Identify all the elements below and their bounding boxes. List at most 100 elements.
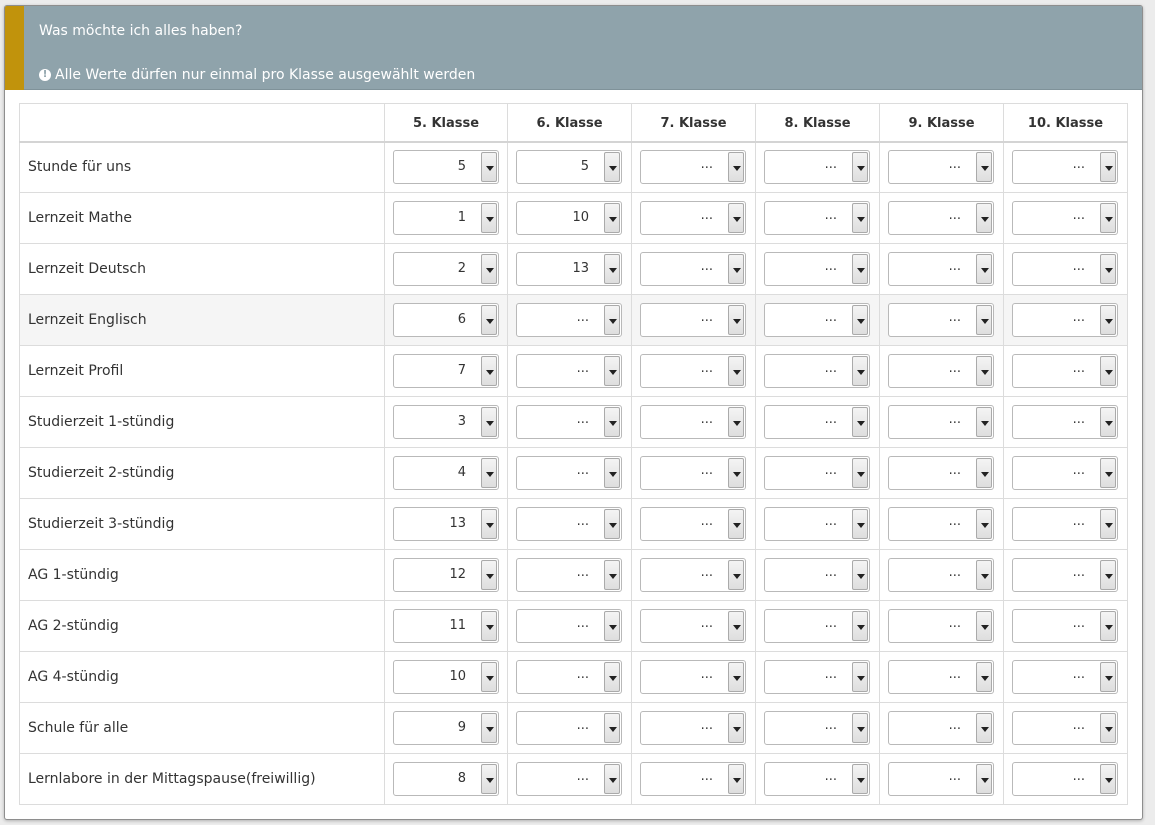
chevron-down-icon[interactable] (1100, 203, 1116, 233)
priority-select[interactable]: ... (640, 507, 746, 541)
priority-select[interactable]: ... (888, 507, 994, 541)
priority-select[interactable]: ... (516, 762, 622, 796)
priority-select[interactable]: 13 (393, 507, 499, 541)
priority-select[interactable]: 9 (393, 711, 499, 745)
priority-select[interactable]: ... (764, 762, 870, 796)
priority-select[interactable]: ... (888, 456, 994, 490)
priority-select[interactable]: ... (640, 252, 746, 286)
chevron-down-icon[interactable] (976, 356, 992, 386)
chevron-down-icon[interactable] (1100, 713, 1116, 743)
chevron-down-icon[interactable] (976, 407, 992, 437)
priority-select[interactable]: 3 (393, 405, 499, 439)
priority-select[interactable]: 10 (393, 660, 499, 694)
priority-select[interactable]: ... (764, 660, 870, 694)
chevron-down-icon[interactable] (604, 764, 620, 794)
chevron-down-icon[interactable] (976, 305, 992, 335)
chevron-down-icon[interactable] (976, 254, 992, 284)
priority-select[interactable]: ... (764, 354, 870, 388)
priority-select[interactable]: 4 (393, 456, 499, 490)
priority-select[interactable]: ... (764, 558, 870, 592)
chevron-down-icon[interactable] (852, 203, 868, 233)
priority-select[interactable]: ... (888, 252, 994, 286)
chevron-down-icon[interactable] (976, 713, 992, 743)
chevron-down-icon[interactable] (604, 662, 620, 692)
chevron-down-icon[interactable] (976, 560, 992, 590)
chevron-down-icon[interactable] (1100, 560, 1116, 590)
chevron-down-icon[interactable] (1100, 305, 1116, 335)
chevron-down-icon[interactable] (481, 152, 497, 183)
chevron-down-icon[interactable] (728, 356, 744, 386)
priority-select[interactable]: ... (516, 354, 622, 388)
chevron-down-icon[interactable] (852, 509, 868, 539)
priority-select[interactable]: 1 (393, 201, 499, 235)
priority-select[interactable]: 12 (393, 558, 499, 592)
priority-select[interactable]: ... (516, 405, 622, 439)
chevron-down-icon[interactable] (976, 662, 992, 692)
chevron-down-icon[interactable] (728, 560, 744, 590)
chevron-down-icon[interactable] (852, 713, 868, 743)
chevron-down-icon[interactable] (852, 611, 868, 641)
priority-select[interactable]: ... (888, 558, 994, 592)
chevron-down-icon[interactable] (481, 560, 497, 590)
chevron-down-icon[interactable] (481, 356, 497, 386)
priority-select[interactable]: 10 (516, 201, 622, 235)
chevron-down-icon[interactable] (728, 305, 744, 335)
priority-select[interactable]: ... (764, 609, 870, 643)
priority-select[interactable]: ... (764, 711, 870, 745)
priority-select[interactable]: ... (1012, 609, 1118, 643)
priority-select[interactable]: 5 (516, 150, 622, 185)
priority-select[interactable]: ... (764, 405, 870, 439)
chevron-down-icon[interactable] (728, 713, 744, 743)
priority-select[interactable]: ... (888, 303, 994, 337)
chevron-down-icon[interactable] (728, 611, 744, 641)
chevron-down-icon[interactable] (604, 305, 620, 335)
chevron-down-icon[interactable] (481, 305, 497, 335)
chevron-down-icon[interactable] (481, 611, 497, 641)
priority-select[interactable]: ... (764, 252, 870, 286)
priority-select[interactable]: ... (1012, 558, 1118, 592)
priority-select[interactable]: ... (1012, 762, 1118, 796)
chevron-down-icon[interactable] (1100, 152, 1116, 183)
priority-select[interactable]: 7 (393, 354, 499, 388)
priority-select[interactable]: ... (888, 201, 994, 235)
priority-select[interactable]: ... (888, 762, 994, 796)
priority-select[interactable]: ... (888, 354, 994, 388)
priority-select[interactable]: ... (764, 456, 870, 490)
chevron-down-icon[interactable] (728, 254, 744, 284)
priority-select[interactable]: 6 (393, 303, 499, 337)
chevron-down-icon[interactable] (976, 764, 992, 794)
priority-select[interactable]: ... (764, 201, 870, 235)
chevron-down-icon[interactable] (728, 509, 744, 539)
chevron-down-icon[interactable] (728, 203, 744, 233)
chevron-down-icon[interactable] (604, 152, 620, 183)
chevron-down-icon[interactable] (1100, 407, 1116, 437)
priority-select[interactable]: ... (888, 711, 994, 745)
priority-select[interactable]: ... (516, 711, 622, 745)
chevron-down-icon[interactable] (604, 458, 620, 488)
chevron-down-icon[interactable] (976, 152, 992, 183)
priority-select[interactable]: ... (1012, 660, 1118, 694)
priority-select[interactable]: ... (640, 303, 746, 337)
chevron-down-icon[interactable] (481, 407, 497, 437)
priority-select[interactable]: ... (888, 660, 994, 694)
priority-select[interactable]: ... (516, 558, 622, 592)
priority-select[interactable]: ... (1012, 405, 1118, 439)
priority-select[interactable]: 8 (393, 762, 499, 796)
chevron-down-icon[interactable] (604, 509, 620, 539)
chevron-down-icon[interactable] (728, 458, 744, 488)
priority-select[interactable]: ... (640, 456, 746, 490)
priority-select[interactable]: ... (640, 354, 746, 388)
chevron-down-icon[interactable] (852, 560, 868, 590)
chevron-down-icon[interactable] (852, 305, 868, 335)
chevron-down-icon[interactable] (976, 458, 992, 488)
chevron-down-icon[interactable] (852, 458, 868, 488)
priority-select[interactable]: ... (1012, 252, 1118, 286)
priority-select[interactable]: ... (1012, 711, 1118, 745)
priority-select[interactable]: 13 (516, 252, 622, 286)
priority-select[interactable]: ... (640, 150, 746, 185)
chevron-down-icon[interactable] (1100, 764, 1116, 794)
priority-select[interactable]: ... (640, 405, 746, 439)
chevron-down-icon[interactable] (481, 509, 497, 539)
chevron-down-icon[interactable] (604, 713, 620, 743)
chevron-down-icon[interactable] (852, 764, 868, 794)
